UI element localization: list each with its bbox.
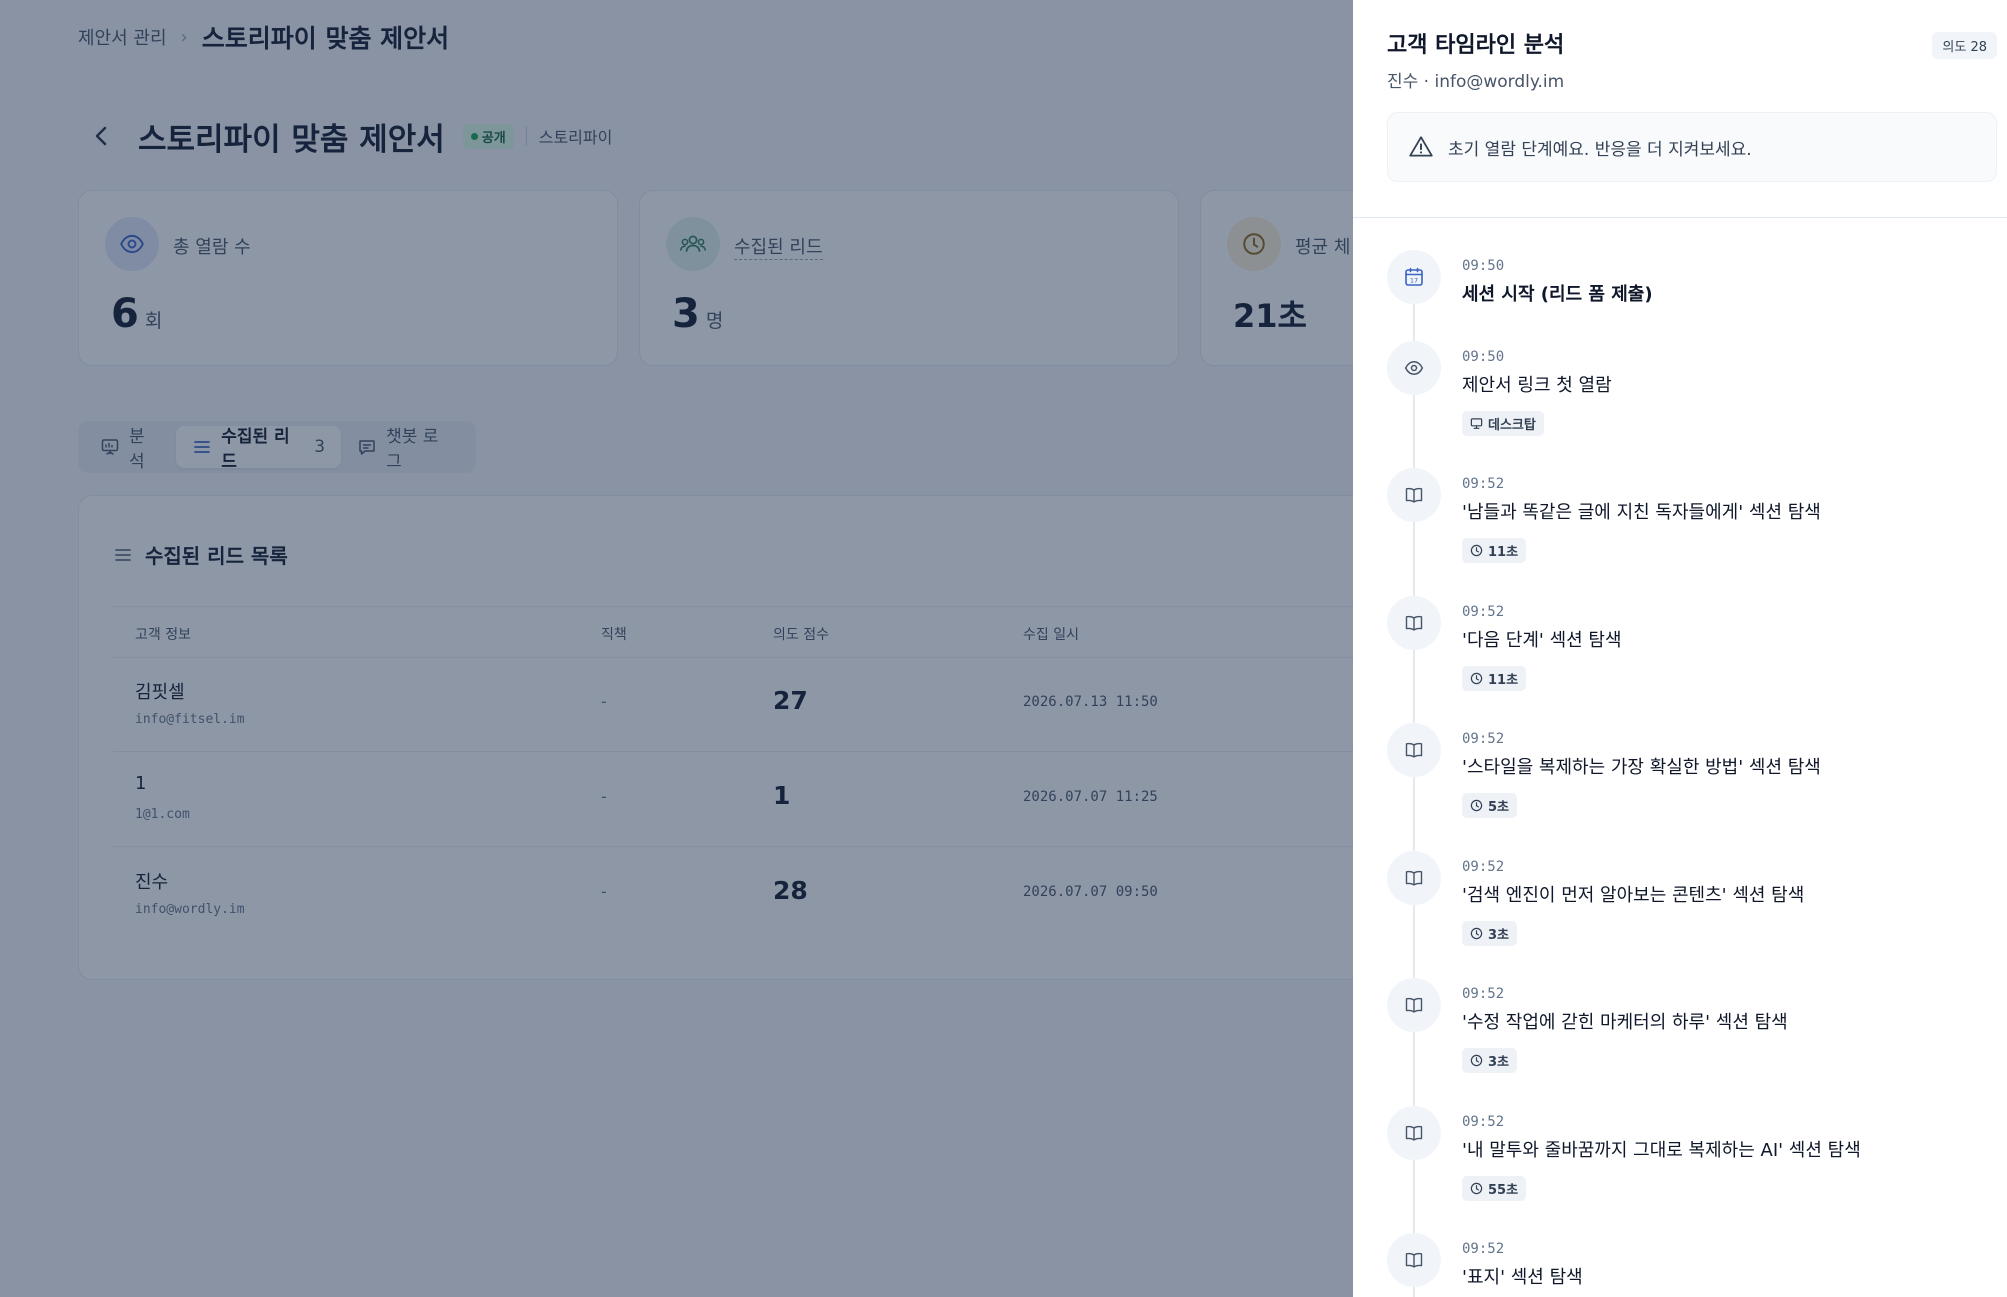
- clock-icon: [1470, 799, 1483, 812]
- book-icon: [1387, 596, 1441, 650]
- book-icon: [1387, 978, 1441, 1032]
- chip-label: 55초: [1488, 1183, 1519, 1198]
- svg-text:17: 17: [1410, 276, 1418, 284]
- duration-chip: 3초: [1462, 1048, 1518, 1073]
- event-title: 제안서 링크 첫 열람: [1462, 375, 1612, 396]
- event-title: '검색 엔진이 먼저 알아보는 콘텐츠' 섹션 탐색: [1462, 885, 1805, 906]
- timeline-drawer: 고객 타임라인 분석 진수 · info@wordly.im 의도 28 초기 …: [1353, 0, 2007, 1297]
- event-title: '표지' 섹션 탐색: [1462, 1267, 1583, 1288]
- insight-alert: 초기 열람 단계예요. 반응을 더 지켜보세요.: [1387, 112, 1997, 182]
- page: 제안서 관리 › 스토리파이 맞춤 제안서 스토리파이 맞춤 제안서 공개 스토…: [0, 0, 2007, 1297]
- duration-chip: 5초: [1462, 793, 1518, 818]
- warning-icon: [1409, 136, 1433, 157]
- chip-label: 3초: [1488, 928, 1510, 943]
- event-time: 09:52: [1462, 604, 1505, 620]
- chip-label: 5초: [1488, 800, 1510, 815]
- event-title: '내 말투와 줄바꿈까지 그대로 복제하는 AI' 섹션 탐색: [1462, 1140, 1861, 1161]
- clock-icon: [1470, 672, 1483, 685]
- event-title: '스타일을 복제하는 가장 확실한 방법' 섹션 탐색: [1462, 757, 1821, 778]
- modal-backdrop[interactable]: [0, 0, 1353, 1297]
- event-title: '수정 작업에 갇힌 마케터의 하루' 섹션 탐색: [1462, 1012, 1788, 1033]
- event-title: '남들과 똑같은 글에 지친 독자들에게' 섹션 탐색: [1462, 502, 1821, 523]
- book-icon: [1387, 1233, 1441, 1287]
- clock-icon: [1470, 1054, 1483, 1067]
- duration-chip: 11초: [1462, 666, 1527, 691]
- drawer-subtitle: 진수 · info@wordly.im: [1387, 72, 1565, 92]
- duration-chip: 55초: [1462, 1176, 1527, 1201]
- eye-icon: [1387, 341, 1441, 395]
- clock-icon: [1470, 544, 1483, 557]
- chip-label: 11초: [1488, 673, 1519, 688]
- chip-label: 3초: [1488, 1055, 1510, 1070]
- book-icon: [1387, 1106, 1441, 1160]
- event-time: 09:52: [1462, 1114, 1505, 1130]
- event-time: 09:52: [1462, 731, 1505, 747]
- event-time: 09:52: [1462, 476, 1505, 492]
- monitor-icon: [1470, 418, 1483, 429]
- duration-chip: 3초: [1462, 921, 1518, 946]
- calendar-icon: 17: [1387, 250, 1441, 304]
- device-chip: 데스크탑: [1462, 411, 1544, 436]
- event-time: 09:50: [1462, 258, 1505, 274]
- clock-icon: [1470, 927, 1483, 940]
- event-title: 세션 시작 (리드 폼 제출): [1462, 284, 1653, 305]
- duration-chip: 11초: [1462, 538, 1527, 563]
- divider: [1353, 217, 2007, 218]
- event-time: 09:50: [1462, 349, 1505, 365]
- clock-icon: [1470, 1182, 1483, 1195]
- event-time: 09:52: [1462, 1241, 1505, 1257]
- event-title: '다음 단계' 섹션 탐색: [1462, 630, 1622, 651]
- event-time: 09:52: [1462, 859, 1505, 875]
- event-time: 09:52: [1462, 986, 1505, 1002]
- book-icon: [1387, 468, 1441, 522]
- alert-text: 초기 열람 단계예요. 반응을 더 지켜보세요.: [1448, 139, 1752, 160]
- intent-score-badge: 의도 28: [1932, 32, 1997, 59]
- book-icon: [1387, 851, 1441, 905]
- drawer-title: 고객 타임라인 분석: [1387, 33, 1565, 58]
- chip-label: 데스크탑: [1488, 418, 1536, 433]
- book-icon: [1387, 723, 1441, 777]
- chip-label: 11초: [1488, 545, 1519, 560]
